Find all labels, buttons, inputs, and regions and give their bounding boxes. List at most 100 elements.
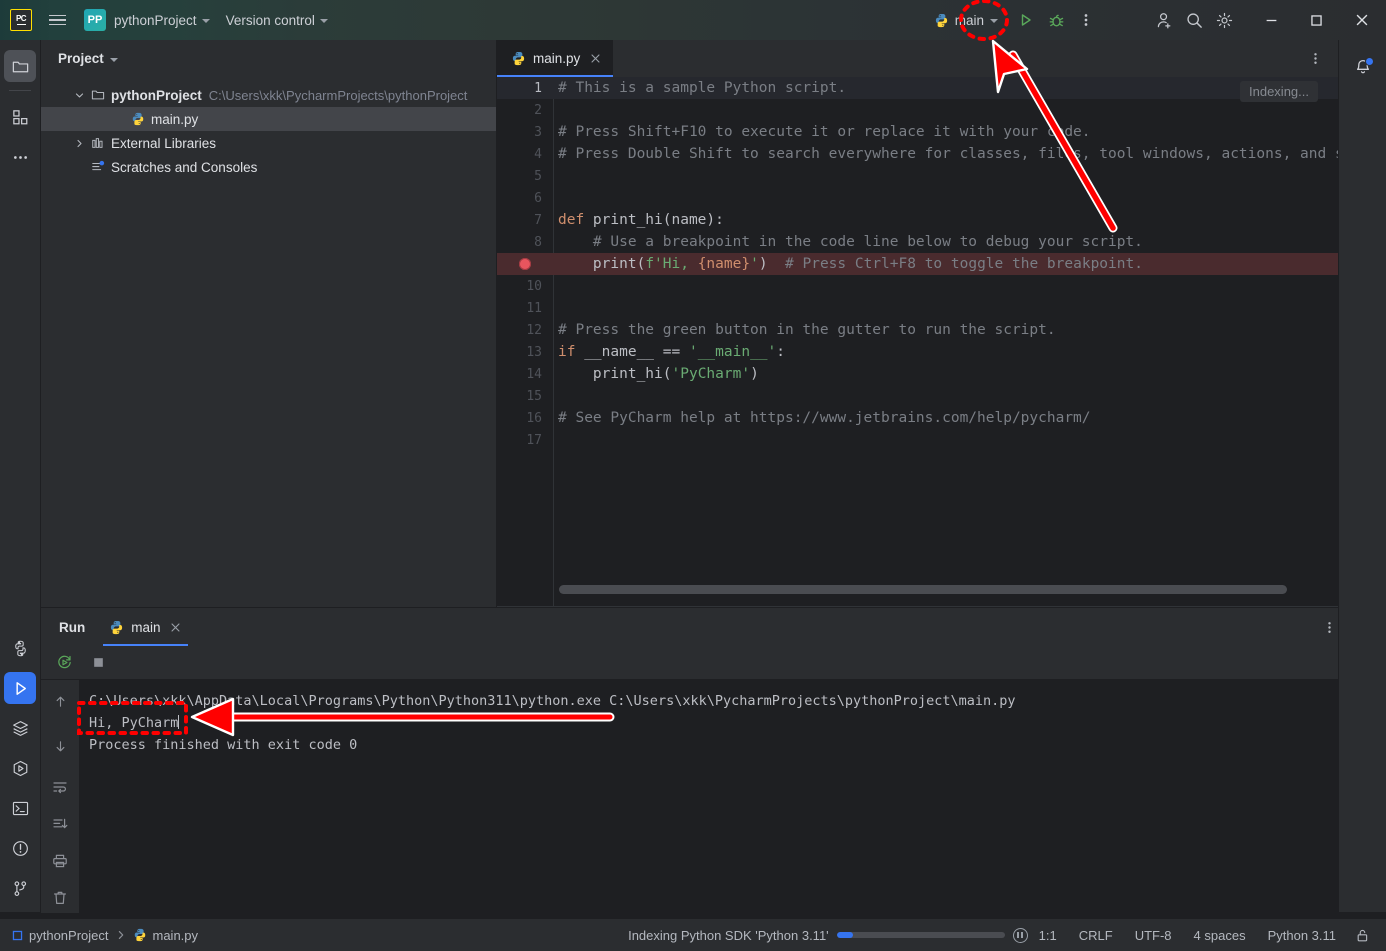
line-number: 6 (534, 190, 542, 206)
chevron-down-icon (201, 19, 210, 23)
sidebar-item-structure[interactable] (4, 101, 36, 133)
stop-button[interactable] (83, 648, 113, 678)
sidebar-item-debug[interactable] (4, 752, 36, 784)
run-panel-tab-main[interactable]: main (99, 608, 191, 646)
code-line[interactable]: 8 # Use a breakpoint in the code line be… (497, 231, 1338, 253)
rerun-button[interactable] (49, 648, 79, 678)
run-panel-title: Run (59, 619, 86, 635)
close-icon[interactable] (587, 51, 603, 67)
tree-item-scratches-consoles[interactable]: Scratches and Consoles (41, 155, 496, 179)
expand-arrow-right-icon[interactable] (71, 139, 87, 148)
unlocked-icon (1357, 929, 1368, 941)
code-line[interactable]: 7 def print_hi(name): (497, 209, 1338, 231)
sidebar-item-more[interactable] (4, 141, 36, 173)
project-name-button[interactable]: pythonProject (106, 7, 218, 33)
token-string: 'PyCharm' (671, 366, 751, 382)
indexing-status-label: Indexing Python SDK 'Python 3.11' (628, 927, 829, 943)
left-tool-rail (0, 40, 41, 912)
code-line[interactable]: 11 (497, 297, 1338, 319)
editor-horizontal-scrollbar[interactable] (559, 585, 1287, 594)
sidebar-item-terminal[interactable] (4, 792, 36, 824)
window-maximize-button[interactable] (1294, 0, 1339, 40)
sidebar-item-problems[interactable] (4, 832, 36, 864)
add-user-icon (1157, 12, 1170, 28)
token-keyword: def (558, 212, 593, 228)
sidebar-item-version-control[interactable] (4, 872, 36, 904)
breadcrumb-file[interactable]: main.py (133, 927, 199, 943)
search-everywhere-button[interactable] (1179, 5, 1209, 35)
code-line[interactable]: 14 print_hi('PyCharm') (497, 363, 1338, 385)
line-content: def print_hi(name): (553, 212, 724, 228)
run-button[interactable] (1011, 5, 1041, 35)
editor-options-button[interactable] (1300, 44, 1330, 74)
close-icon[interactable] (168, 619, 184, 635)
code-line[interactable]: 4 # Press Double Shift to search everywh… (497, 143, 1338, 165)
code-editor[interactable]: Indexing... 1 # This is a sample Python … (497, 77, 1338, 607)
expand-arrow-down-icon[interactable] (71, 91, 87, 100)
file-encoding[interactable]: UTF-8 (1124, 919, 1183, 951)
readonly-toggle[interactable] (1347, 919, 1378, 951)
project-panel-header[interactable]: Project (41, 40, 496, 77)
token-string: ' (750, 256, 759, 272)
pycharm-window: PC PP pythonProject Version control main… (0, 0, 1386, 951)
caret-position[interactable]: 1:1 (1028, 919, 1068, 951)
token-plain: ) (758, 256, 768, 272)
sidebar-item-services[interactable] (4, 712, 36, 744)
window-close-button[interactable] (1339, 0, 1384, 40)
module-icon (12, 930, 23, 940)
code-line[interactable]: 12 # Press the green button in the gutte… (497, 319, 1338, 341)
code-line[interactable]: 1 # This is a sample Python script. (497, 77, 1338, 99)
next-occurrence-button[interactable] (47, 733, 73, 759)
breadcrumb-file-label: main.py (152, 927, 199, 943)
run-configuration-selector[interactable]: main (927, 7, 1005, 33)
project-tree: pythonProject C:\Users\xkk\PycharmProjec… (41, 77, 496, 179)
debug-button[interactable] (1041, 5, 1071, 35)
line-separator[interactable]: CRLF (1068, 919, 1124, 951)
tree-label: External Libraries (111, 135, 217, 151)
code-line-breakpoint[interactable]: print(f'Hi, {name}') # Press Ctrl+F8 to … (497, 253, 1338, 275)
soft-wrap-button[interactable] (47, 774, 73, 800)
token-comment: # Use a breakpoint in the code line belo… (558, 234, 1143, 250)
token-keyword: if (558, 344, 585, 360)
breakpoint-icon[interactable] (519, 258, 531, 270)
more-actions-button[interactable] (1071, 5, 1101, 35)
editor-tab-main-py[interactable]: main.py (497, 40, 614, 77)
clear-all-button[interactable] (47, 885, 73, 911)
print-button[interactable] (47, 848, 73, 874)
version-control-button[interactable]: Version control (218, 7, 336, 33)
line-content: # Press the green button in the gutter t… (553, 322, 1056, 338)
breakpoint-gutter[interactable] (497, 253, 553, 275)
pause-indexing-button[interactable] (1012, 927, 1028, 943)
chevron-down-icon (319, 19, 328, 23)
sidebar-item-project[interactable] (4, 50, 36, 82)
previous-occurrence-button[interactable] (47, 688, 73, 714)
console-output[interactable]: C:\Users\xkk\AppData\Local\Programs\Pyth… (79, 680, 1386, 913)
window-minimize-button[interactable] (1249, 0, 1294, 40)
code-line[interactable]: 15 (497, 385, 1338, 407)
status-bar: pythonProject main.py Indexing Python SD… (0, 918, 1386, 951)
close-icon (1356, 14, 1367, 26)
notifications-button[interactable] (1347, 52, 1379, 84)
tree-item-main-py[interactable]: main.py (41, 107, 496, 131)
main-menu-icon[interactable] (42, 0, 72, 40)
code-line[interactable]: 6 (497, 187, 1338, 209)
line-content: # Press Shift+F10 to execute it or repla… (553, 124, 1091, 140)
code-line[interactable]: 17 (497, 429, 1338, 451)
code-line[interactable]: 13 if __name__ == '__main__': (497, 341, 1338, 363)
sidebar-item-python-console[interactable] (4, 632, 36, 664)
tree-item-external-libraries[interactable]: External Libraries (41, 131, 496, 155)
code-line[interactable]: 2 (497, 99, 1338, 121)
code-line[interactable]: 3 # Press Shift+F10 to execute it or rep… (497, 121, 1338, 143)
code-line[interactable]: 5 (497, 165, 1338, 187)
code-line[interactable]: 10 (497, 275, 1338, 297)
settings-button[interactable] (1209, 5, 1239, 35)
breadcrumb-project[interactable]: pythonProject (12, 928, 109, 943)
python-interpreter[interactable]: Python 3.11 (1257, 919, 1347, 951)
sidebar-item-run[interactable] (4, 672, 36, 704)
indexing-status-chip: Indexing... (1240, 81, 1318, 102)
indent-setting[interactable]: 4 spaces (1183, 919, 1257, 951)
tree-item-pythonProject[interactable]: pythonProject C:\Users\xkk\PycharmProjec… (41, 83, 496, 107)
account-button[interactable] (1149, 5, 1179, 35)
code-line[interactable]: 16 # See PyCharm help at https://www.jet… (497, 407, 1338, 429)
scroll-to-end-button[interactable] (47, 811, 73, 837)
